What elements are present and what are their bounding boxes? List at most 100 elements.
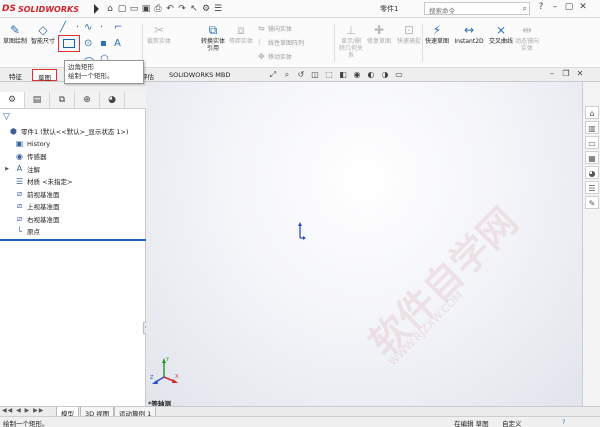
status-custom-units[interactable]: 自定义 bbox=[502, 418, 522, 427]
filter-icon[interactable]: ▽ bbox=[3, 112, 10, 122]
undo-icon[interactable]: ↶ bbox=[164, 4, 176, 14]
sensor-icon: ◉ bbox=[16, 151, 23, 161]
close-icon[interactable]: ✕ bbox=[576, 2, 590, 12]
sketch-icon: ✎ bbox=[9, 23, 21, 37]
save-icon[interactable]: ▣ bbox=[140, 4, 152, 14]
spline-dropdown-icon[interactable]: · bbox=[100, 22, 103, 33]
open-icon[interactable]: ▭ bbox=[128, 4, 140, 14]
mirror-entities-button[interactable]: ⇋ 镜向实体 bbox=[258, 24, 292, 33]
solidworks-logo[interactable]: DS SOLIDWORKS bbox=[2, 2, 92, 16]
tree-item-origin[interactable]: └ 原点 bbox=[0, 225, 146, 238]
tab-navigation-arrows[interactable]: ◀◀ ◀ ▶ ▶▶ bbox=[2, 407, 44, 414]
file-explorer-icon[interactable]: ▭ bbox=[585, 136, 599, 149]
appearances-icon[interactable]: ◕ bbox=[585, 166, 599, 179]
tree-item-history[interactable]: ▣ History bbox=[0, 138, 146, 151]
redo-icon[interactable]: ↷ bbox=[176, 4, 188, 14]
display-manager-tab-icon[interactable]: ◕ bbox=[100, 92, 125, 108]
tree-item-front-plane[interactable]: ⧄ 前视基准面 bbox=[0, 188, 146, 201]
previous-view-icon[interactable]: ↺ bbox=[294, 70, 308, 80]
hide-show-icon[interactable]: ◉ bbox=[350, 70, 364, 80]
view-palette-icon[interactable]: ▦ bbox=[585, 151, 599, 164]
home-icon[interactable]: ⌂ bbox=[104, 4, 116, 14]
coordinate-triad-icon: Y X Z bbox=[150, 357, 179, 384]
print-icon[interactable]: ⎙ bbox=[152, 4, 164, 14]
help-icon[interactable]: ? bbox=[534, 2, 548, 12]
status-help-icon[interactable]: ? bbox=[562, 418, 565, 426]
tree-item-annotations[interactable]: ▶ A 注解 bbox=[0, 163, 146, 176]
tree-root[interactable]: ⬢ 零件1 (默认<<默认>_显示状态 1>) bbox=[0, 125, 146, 138]
tree-item-right-plane[interactable]: ⧄ 右视基准面 bbox=[0, 213, 146, 226]
svg-text:X: X bbox=[175, 374, 179, 380]
zoom-fit-icon[interactable]: ⤢ bbox=[266, 70, 280, 80]
show-relations-button[interactable]: ⊥ 显示/删除几何关系 bbox=[338, 22, 364, 59]
move-entities-button[interactable]: ✥ 移动实体 bbox=[258, 52, 292, 61]
appearance-icon[interactable]: ◐ bbox=[364, 70, 378, 80]
options-icon[interactable]: ☰ bbox=[212, 4, 224, 14]
quick-snaps-button[interactable]: ⊡ 快速捕捉 bbox=[396, 22, 422, 45]
line-dropdown-icon[interactable]: · bbox=[76, 22, 79, 33]
new-icon[interactable]: ▢ bbox=[116, 4, 128, 14]
circle-icon[interactable]: ⊙ bbox=[84, 38, 92, 49]
minimize-icon[interactable]: – bbox=[548, 2, 562, 12]
expand-arrow-icon[interactable]: ▶ bbox=[0, 166, 14, 172]
doc-minimize-icon[interactable]: – bbox=[545, 69, 559, 78]
tab-mbd[interactable]: SOLIDWORKS MBD bbox=[164, 69, 235, 81]
point-icon[interactable]: ▪ bbox=[100, 38, 107, 49]
line-icon[interactable]: ╱ bbox=[60, 22, 66, 33]
feature-tree-tab-icon[interactable]: ⚙ bbox=[0, 92, 25, 108]
repair-sketch-button[interactable]: ✚ 修复草图 bbox=[366, 22, 392, 45]
fillet-icon[interactable]: ⌐ bbox=[114, 22, 122, 33]
property-manager-tab-icon[interactable]: ▤ bbox=[25, 92, 50, 108]
task-pane-strip: ⌂ ▥ ▭ ▦ ◕ ☰ ✎ bbox=[582, 82, 600, 406]
brand-name: SOLIDWORKS bbox=[17, 4, 79, 14]
tooltip-title: 边角矩形 bbox=[68, 63, 94, 71]
display-style-icon[interactable]: ◧ bbox=[336, 70, 350, 80]
tree-item-material[interactable]: ☰ 材质 <未指定> bbox=[0, 175, 146, 188]
tooltip: 边角矩形 绘制一个矩形。 bbox=[64, 60, 144, 84]
tab-sketch[interactable]: 草图 bbox=[32, 69, 57, 82]
text-icon[interactable]: A bbox=[114, 38, 121, 49]
design-library-icon[interactable]: ▥ bbox=[585, 121, 599, 134]
dimxpert-tab-icon[interactable]: ⊕ bbox=[75, 92, 100, 108]
maximize-icon[interactable]: ▢ bbox=[562, 2, 576, 12]
sketch-origin-icon[interactable] bbox=[294, 222, 306, 242]
select-icon[interactable]: ↖ bbox=[188, 4, 200, 14]
corner-rectangle-button[interactable] bbox=[58, 35, 80, 52]
rollback-bar[interactable] bbox=[0, 239, 146, 241]
offset-entities-button[interactable]: ⧈ 等距实体 bbox=[228, 22, 254, 45]
view-orientation-icon[interactable]: ⬚ bbox=[322, 70, 336, 80]
resources-icon[interactable]: ⌂ bbox=[585, 106, 599, 119]
rebuild-icon[interactable]: ⚙ bbox=[200, 4, 212, 14]
rapid-sketch-button[interactable]: ⚡ 快速草图 bbox=[424, 22, 450, 45]
ribbon-divider bbox=[142, 24, 143, 62]
scene-icon[interactable]: ◑ bbox=[378, 70, 392, 80]
forum-icon[interactable]: ✎ bbox=[585, 196, 599, 209]
view-settings-icon[interactable]: ▭ bbox=[392, 70, 406, 80]
custom-properties-icon[interactable]: ☰ bbox=[585, 181, 599, 194]
menu-expand-icon[interactable] bbox=[94, 4, 99, 14]
material-icon: ☰ bbox=[15, 176, 24, 186]
search-icon[interactable]: ⌕ bbox=[523, 4, 527, 14]
instant2d-button[interactable]: ↔ Instant2D bbox=[452, 22, 486, 45]
command-search-input[interactable]: 搜索命令 ⌕ bbox=[424, 2, 530, 15]
tab-features[interactable]: 特征 bbox=[4, 69, 27, 81]
intersection-curve-button[interactable]: ⨯ 交叉曲线 bbox=[488, 22, 514, 45]
linear-pattern-button[interactable]: ⁝ 线性草图阵列 bbox=[258, 38, 304, 47]
dynamic-mirror-button[interactable]: ⇹ 动态镜向实体 bbox=[514, 22, 540, 52]
trim-entities-button[interactable]: ✂ 裁剪实体 bbox=[146, 22, 172, 45]
doc-close-icon[interactable]: ✕ bbox=[573, 69, 587, 78]
smart-dimension-button[interactable]: ◇ 智能尺寸 bbox=[30, 22, 56, 45]
ribbon-divider bbox=[334, 24, 335, 62]
trim-icon: ✂ bbox=[153, 23, 165, 37]
zoom-area-icon[interactable]: ⌕ bbox=[280, 70, 294, 80]
doc-restore-icon[interactable]: ❐ bbox=[559, 69, 573, 78]
convert-entities-button[interactable]: ⧉ 转换实体引用 bbox=[200, 22, 226, 52]
section-view-icon[interactable]: ◫ bbox=[308, 70, 322, 80]
configuration-tab-icon[interactable]: ⧉ bbox=[50, 92, 75, 108]
sketch-draw-button[interactable]: ✎ 草图绘制 bbox=[2, 22, 28, 45]
tree-item-top-plane[interactable]: ⧄ 上视基准面 bbox=[0, 200, 146, 213]
tree-item-sensors[interactable]: ◉ 传感器 bbox=[0, 150, 146, 163]
status-edit-mode: 在编辑 草图 bbox=[454, 420, 489, 427]
graphics-area[interactable]: 软件自学网 WWW.RJZXW.COM Y X Z *等轴测 bbox=[146, 82, 582, 408]
spline-icon[interactable]: ∿ bbox=[84, 22, 92, 33]
